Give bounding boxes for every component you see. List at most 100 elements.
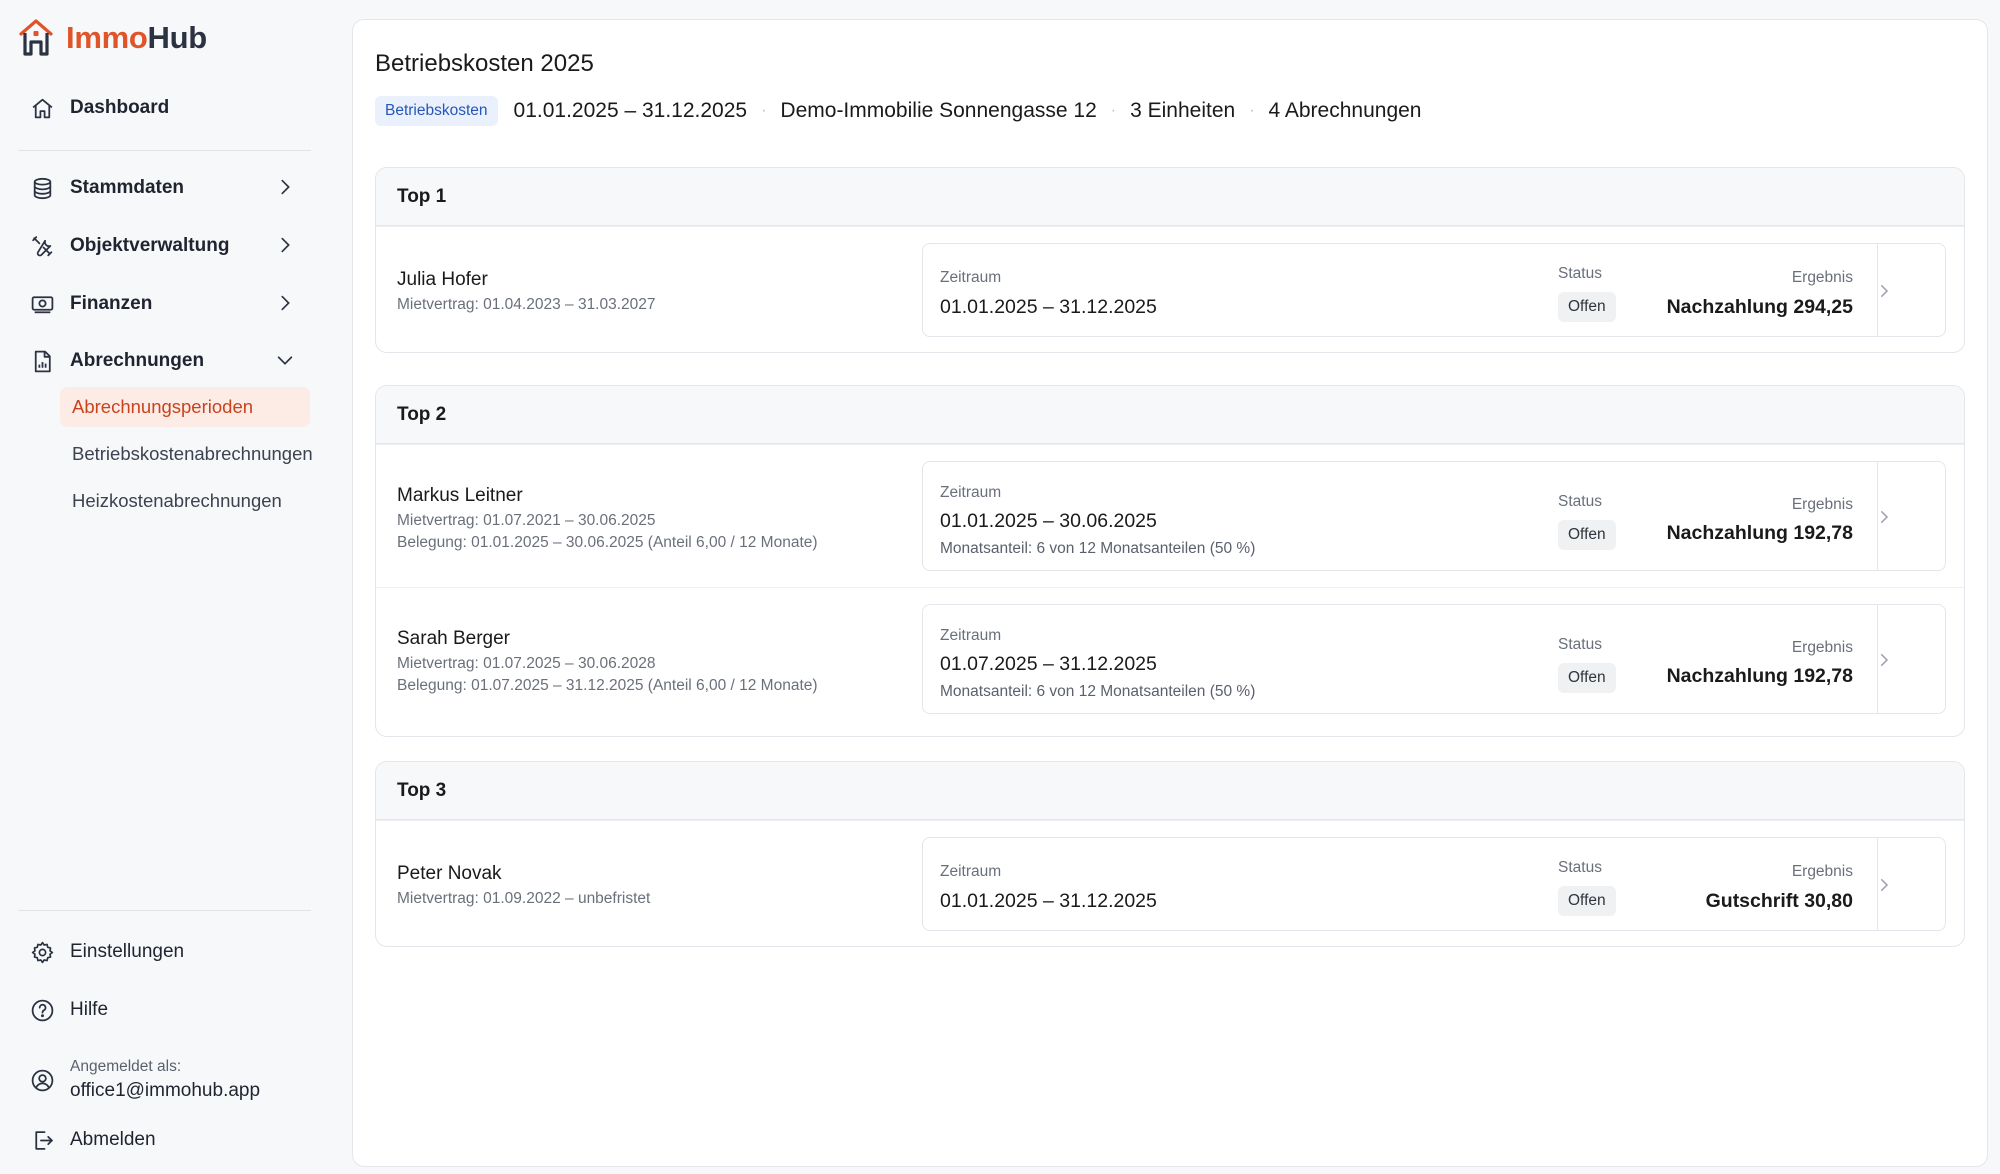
lease-period: Mietvertrag: 01.09.2022 – unbefristet (397, 890, 651, 907)
house-logo-icon (19, 19, 53, 56)
month-share: Monatsanteil: 6 von 12 Monatsanteilen (5… (940, 540, 1256, 557)
lease-period: Mietvertrag: 01.07.2021 – 30.06.2025 (397, 512, 656, 529)
table-row: Peter Novak Mietvertrag: 01.09.2022 – un… (376, 820, 1964, 946)
chevron-right-icon (281, 179, 290, 195)
user-circle-icon (28, 1066, 56, 1094)
card-action-zone[interactable] (1877, 244, 1945, 336)
unit-count: 3 Einheiten (1130, 99, 1236, 122)
statement-count: 4 Abrechnungen (1268, 99, 1422, 122)
banknote-icon (28, 290, 56, 318)
period-meta-row: Betriebskosten 01.01.2025 – 31.12.2025 ·… (375, 95, 1421, 127)
user-email: office1@immohub.app (70, 1080, 261, 1101)
card-action-zone[interactable] (1877, 462, 1945, 570)
sidebar-subitem-abrechnungsperioden[interactable]: Abrechnungsperioden (60, 387, 310, 427)
sidebar-user-info: Angemeldet als: office1@immohub.app (28, 1054, 310, 1106)
separator-dot: · (761, 102, 767, 119)
statement-period: 01.01.2025 – 31.12.2025 (940, 296, 1157, 318)
status-label: Status (1558, 859, 1602, 876)
page-title: Betriebskosten 2025 (375, 50, 594, 77)
sidebar-item-label: Einstellungen (70, 941, 185, 962)
sidebar-item-einstellungen[interactable]: Einstellungen (28, 930, 310, 974)
status-badge: Offen (1558, 886, 1616, 916)
statement-card[interactable]: Zeitraum 01.01.2025 – 31.12.2025 Status … (922, 837, 1946, 931)
database-icon (28, 174, 56, 202)
tenant-name: Peter Novak (397, 863, 502, 884)
home-icon (28, 94, 56, 122)
statement-card[interactable]: Zeitraum 01.07.2025 – 31.12.2025 Monatsa… (922, 604, 1946, 714)
zeitraum-label: Zeitraum (940, 484, 1002, 501)
table-row: Julia Hofer Mietvertrag: 01.04.2023 – 31… (376, 226, 1964, 352)
table-row: Markus Leitner Mietvertrag: 01.07.2021 –… (376, 444, 1964, 587)
sidebar-item-objektverwaltung[interactable]: Objektverwaltung (28, 224, 310, 268)
chevron-right-icon (281, 295, 290, 311)
separator-dot: · (1110, 102, 1117, 119)
sidebar-subitem-heizkostenabrechnungen[interactable]: Heizkostenabrechnungen (60, 481, 282, 521)
sidebar-item-finanzen[interactable]: Finanzen (28, 282, 310, 326)
status-label: Status (1558, 265, 1602, 282)
statement-card[interactable]: Zeitraum 01.01.2025 – 30.06.2025 Monatsa… (922, 461, 1946, 571)
app-name: ImmoHub (66, 20, 207, 55)
statement-result: Gutschrift 30,80 (1705, 890, 1853, 912)
unit-group-top-1: Top 1 Julia Hofer Mietvertrag: 01.04.202… (375, 167, 1965, 353)
sidebar-item-label: Finanzen (70, 293, 153, 314)
logout-icon (28, 1126, 56, 1154)
tenant-name: Markus Leitner (397, 485, 523, 506)
status-badge: Offen (1558, 520, 1616, 550)
statement-card[interactable]: Zeitraum 01.01.2025 – 31.12.2025 Status … (922, 243, 1946, 337)
sidebar-item-abrechnungen[interactable]: Abrechnungen (28, 339, 310, 383)
statement-result: Nachzahlung 192,78 (1666, 522, 1853, 544)
tenant-info: Peter Novak Mietvertrag: 01.09.2022 – un… (397, 863, 650, 908)
tenant-name: Julia Hofer (397, 269, 488, 290)
property-name: Demo-Immobilie Sonnengasse 12 (780, 99, 1097, 122)
unit-group-title: Top 2 (376, 386, 1964, 444)
main-panel: Betriebskosten 2025 Betriebskosten 01.01… (352, 19, 1988, 1167)
zeitraum-label: Zeitraum (940, 269, 1002, 286)
card-action-zone[interactable] (1877, 838, 1945, 930)
logout-button[interactable]: Abmelden (28, 1118, 310, 1162)
separator-dot: · (1249, 102, 1255, 119)
tenant-name: Sarah Berger (397, 628, 511, 649)
status-badge: Offen (1558, 663, 1616, 693)
table-row: Sarah Berger Mietvertrag: 01.07.2025 – 3… (376, 587, 1964, 730)
occupancy-period: Belegung: 01.07.2025 – 31.12.2025 (Antei… (397, 677, 818, 694)
statement-period: 01.07.2025 – 31.12.2025 (940, 653, 1157, 675)
lease-period: Mietvertrag: 01.04.2023 – 31.03.2027 (397, 296, 656, 313)
statement-period: 01.01.2025 – 31.12.2025 (940, 890, 1157, 912)
chevron-right-icon (281, 237, 290, 253)
zeitraum-label: Zeitraum (940, 627, 1002, 644)
chevron-down-icon (277, 356, 293, 365)
gear-icon (28, 938, 56, 966)
sidebar-item-hilfe[interactable]: Hilfe (28, 988, 310, 1032)
sidebar-item-label: Dashboard (70, 97, 170, 118)
unit-group-title: Top 3 (376, 762, 1964, 820)
tenant-info: Julia Hofer Mietvertrag: 01.04.2023 – 31… (397, 269, 656, 314)
type-badge: Betriebskosten (375, 96, 498, 126)
sidebar-item-label: Stammdaten (70, 177, 185, 198)
lease-period: Mietvertrag: 01.07.2025 – 30.06.2028 (397, 655, 656, 672)
period-range: 01.01.2025 – 31.12.2025 (513, 99, 748, 122)
app-logo[interactable]: ImmoHub (18, 18, 207, 58)
sidebar-item-stammdaten[interactable]: Stammdaten (28, 166, 310, 210)
statement-result: Nachzahlung 294,25 (1666, 296, 1853, 318)
tenant-info: Sarah Berger Mietvertrag: 01.07.2025 – 3… (397, 628, 818, 695)
month-share: Monatsanteil: 6 von 12 Monatsanteilen (5… (940, 683, 1256, 700)
statement-result: Nachzahlung 192,78 (1666, 665, 1853, 687)
document-chart-icon (28, 347, 56, 375)
tools-icon (28, 232, 56, 260)
zeitraum-label: Zeitraum (940, 863, 1002, 880)
card-action-zone[interactable] (1877, 605, 1945, 713)
sidebar: ImmoHub Dashboard Stammdaten Objektverwa… (0, 0, 352, 1174)
sidebar-divider (18, 150, 311, 151)
status-badge: Offen (1558, 292, 1616, 322)
ergebnis-label: Ergebnis (1791, 496, 1853, 513)
ergebnis-label: Ergebnis (1791, 863, 1853, 880)
unit-group-top-3: Top 3 Peter Novak Mietvertrag: 01.09.202… (375, 761, 1965, 947)
tenant-info: Markus Leitner Mietvertrag: 01.07.2021 –… (397, 485, 818, 552)
logged-in-label: Angemeldet als: (70, 1058, 182, 1075)
sidebar-item-label: Objektverwaltung (70, 235, 230, 256)
status-label: Status (1558, 636, 1602, 653)
sidebar-item-label: Abrechnungen (70, 350, 205, 371)
sidebar-subitem-betriebskostenabrechnungen[interactable]: Betriebskostenabrechnungen (60, 434, 313, 474)
statement-period: 01.01.2025 – 30.06.2025 (940, 510, 1157, 532)
sidebar-item-dashboard[interactable]: Dashboard (28, 86, 310, 130)
